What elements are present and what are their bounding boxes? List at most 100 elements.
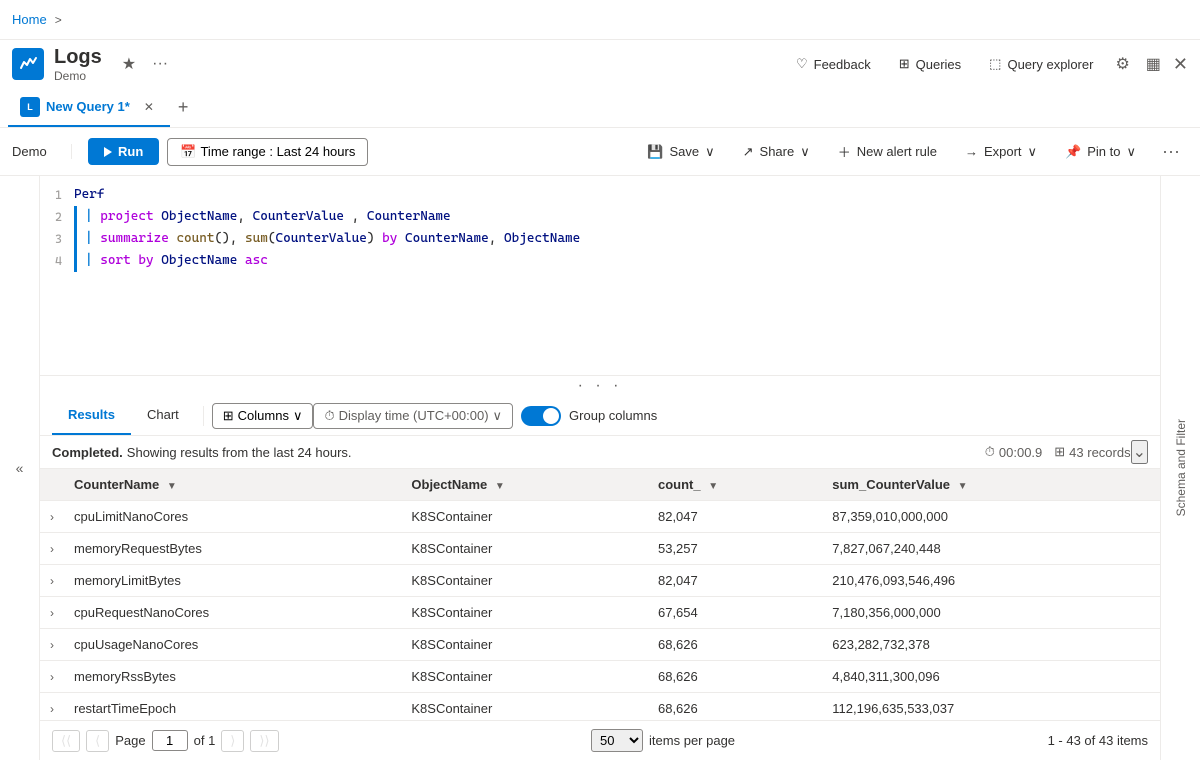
new-alert-button[interactable]: ＋ New alert rule (828, 137, 947, 166)
expand-cell[interactable]: › (40, 693, 64, 721)
export-button[interactable]: → Export ∨ (955, 139, 1047, 165)
expand-cell[interactable]: › (40, 661, 64, 693)
table-row[interactable]: › memoryLimitBytes K8SContainer 82,047 2… (40, 565, 1160, 597)
cell-sum: 7,180,356,000,000 (822, 597, 1160, 629)
table-row[interactable]: › memoryRequestBytes K8SContainer 53,257… (40, 533, 1160, 565)
new-tab-button[interactable]: + (170, 93, 197, 122)
table-row[interactable]: › cpuLimitNanoCores K8SContainer 82,047 … (40, 501, 1160, 533)
cell-sum: 210,476,093,546,496 (822, 565, 1160, 597)
group-columns-label: Group columns (569, 408, 657, 423)
expand-cell[interactable]: › (40, 501, 64, 533)
expand-cell[interactable]: › (40, 629, 64, 661)
left-collapse-panel[interactable]: « (0, 176, 40, 760)
cell-counter-name: cpuRequestNanoCores (64, 597, 401, 629)
col-count[interactable]: count_ ▼ (648, 469, 822, 501)
page-label: Page (115, 733, 145, 748)
cell-counter-name: memoryLimitBytes (64, 565, 401, 597)
row-expand-icon[interactable]: › (50, 510, 54, 524)
row-expand-icon[interactable]: › (50, 606, 54, 620)
expand-cell[interactable]: › (40, 565, 64, 597)
cell-counter-name: cpuLimitNanoCores (64, 501, 401, 533)
query-time: ⏱ 00:00.9 (985, 444, 1043, 460)
favorite-button[interactable]: ★ (118, 50, 140, 78)
layout-button[interactable]: ▦ (1142, 50, 1165, 78)
cell-count: 53,257 (648, 533, 822, 565)
tab-label: New Query 1* (46, 99, 130, 114)
app-icon (12, 48, 44, 80)
queries-icon: ⊞ (899, 56, 910, 72)
save-button[interactable]: 💾 Save ∨ (637, 139, 724, 165)
col-sum[interactable]: sum_CounterValue ▼ (822, 469, 1160, 501)
pin-chevron: ∨ (1127, 144, 1137, 160)
row-expand-icon[interactable]: › (50, 702, 54, 716)
results-tab-bar: Results Chart ⊞ Columns ∨ ⏱ Display time… (40, 396, 1160, 436)
run-button[interactable]: Run (88, 138, 159, 165)
table-row[interactable]: › cpuRequestNanoCores K8SContainer 67,65… (40, 597, 1160, 629)
drag-handle[interactable]: · · · (40, 376, 1160, 396)
tab-icon: L (20, 97, 40, 117)
cell-object-name: K8SContainer (401, 597, 648, 629)
page-input[interactable] (152, 730, 188, 751)
col-object-name[interactable]: ObjectName ▼ (401, 469, 648, 501)
expand-cell[interactable]: › (40, 533, 64, 565)
chart-tab[interactable]: Chart (131, 396, 195, 435)
cell-sum: 4,840,311,300,096 (822, 661, 1160, 693)
toolbar-more-button[interactable]: ··· (1154, 137, 1188, 166)
first-page-button[interactable]: ⟨⟨ (52, 730, 80, 752)
feedback-button[interactable]: ♡ Feedback (786, 51, 881, 77)
home-link[interactable]: Home (12, 12, 47, 27)
schema-sidebar[interactable]: Schema and Filter (1160, 176, 1200, 760)
columns-icon: ⊞ (223, 408, 234, 424)
results-status-bar: Completed. Showing results from the last… (40, 436, 1160, 469)
more-options-button[interactable]: ··· (148, 51, 172, 77)
results-tab[interactable]: Results (52, 396, 131, 435)
prev-page-button[interactable]: ⟨ (86, 730, 109, 752)
filter-icon-counter[interactable]: ▼ (167, 481, 177, 492)
pagination-bar: ⟨⟨ ⟨ Page of 1 ⟩ ⟩⟩ 50 100 200 items per… (40, 720, 1160, 760)
row-expand-icon[interactable]: › (50, 574, 54, 588)
columns-button[interactable]: ⊞ Columns ∨ (212, 403, 314, 429)
cell-object-name: K8SContainer (401, 565, 648, 597)
row-expand-icon[interactable]: › (50, 542, 54, 556)
expand-results-button[interactable]: ⌄ (1131, 440, 1148, 464)
tab-close-button[interactable]: ✕ (140, 98, 158, 116)
share-button[interactable]: ↗ Share ∨ (733, 139, 820, 165)
next-page-button[interactable]: ⟩ (221, 730, 244, 752)
per-page-select[interactable]: 50 100 200 (591, 729, 643, 752)
row-expand-icon[interactable]: › (50, 638, 54, 652)
display-time-button[interactable]: ⏱ Display time (UTC+00:00) ∨ (313, 403, 513, 429)
query-explorer-button[interactable]: ⬚ Query explorer (979, 51, 1103, 77)
workspace-subtitle: Demo (54, 69, 110, 83)
cell-count: 67,654 (648, 597, 822, 629)
clock-icon: ⏱ (324, 408, 334, 424)
filter-icon-count[interactable]: ▼ (708, 481, 718, 492)
save-icon: 💾 (647, 144, 663, 160)
table-row[interactable]: › restartTimeEpoch K8SContainer 68,626 1… (40, 693, 1160, 721)
total-items-label: 1 - 43 of 43 items (1048, 733, 1148, 748)
group-columns-toggle[interactable] (521, 406, 561, 426)
cell-counter-name: memoryRequestBytes (64, 533, 401, 565)
breadcrumb-bar: Home > (0, 0, 1200, 40)
close-button[interactable]: ✕ (1173, 54, 1188, 75)
settings-button[interactable]: ⚙ (1111, 50, 1133, 78)
code-editor[interactable]: 1 Perf 2 | project ObjectName, CounterVa… (40, 176, 1160, 376)
share-chevron: ∨ (800, 144, 810, 160)
cell-object-name: K8SContainer (401, 533, 648, 565)
col-counter-name[interactable]: CounterName ▼ (64, 469, 401, 501)
queries-button[interactable]: ⊞ Queries (889, 51, 971, 77)
cell-sum: 112,196,635,533,037 (822, 693, 1160, 721)
workspace-label: Demo (12, 144, 72, 159)
filter-icon-object[interactable]: ▼ (495, 481, 505, 492)
cell-sum: 7,827,067,240,448 (822, 533, 1160, 565)
expand-cell[interactable]: › (40, 597, 64, 629)
time-range-button[interactable]: 📅 Time range : Last 24 hours (167, 138, 368, 166)
breadcrumb-sep: > (55, 13, 62, 27)
last-page-button[interactable]: ⟩⟩ (250, 730, 278, 752)
table-row[interactable]: › cpuUsageNanoCores K8SContainer 68,626 … (40, 629, 1160, 661)
row-expand-icon[interactable]: › (50, 670, 54, 684)
filter-icon-sum[interactable]: ▼ (958, 481, 968, 492)
table-row[interactable]: › memoryRssBytes K8SContainer 68,626 4,8… (40, 661, 1160, 693)
code-line-4: 4 | sort by ObjectName asc (40, 250, 1160, 272)
pin-to-button[interactable]: 📌 Pin to ∨ (1055, 139, 1146, 165)
tab-new-query[interactable]: L New Query 1* ✕ (8, 88, 170, 127)
